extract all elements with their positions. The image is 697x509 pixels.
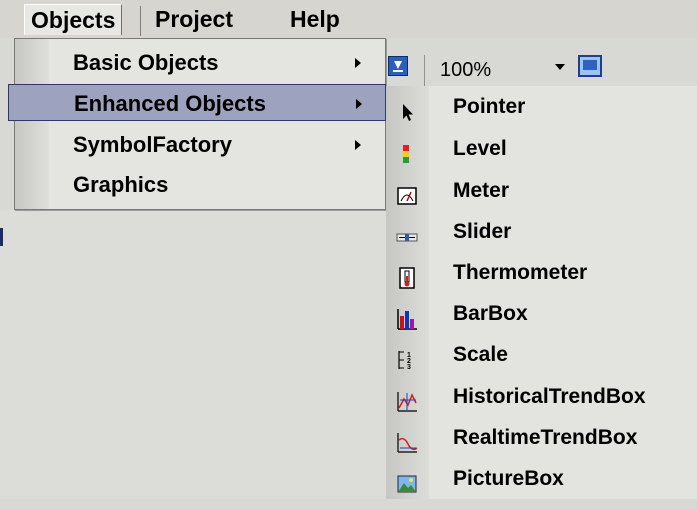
picture-icon	[396, 468, 418, 493]
submenu-item-slider[interactable]: Slider	[386, 211, 697, 252]
submenu-item-label: Thermometer	[453, 261, 588, 284]
enhanced-objects-submenu: Pointer Level Meter Slider Thermometer B…	[386, 86, 697, 499]
canvas-edge	[0, 228, 3, 246]
save-down-icon[interactable]	[388, 56, 408, 76]
slider-icon	[396, 221, 418, 243]
menu-item-label: Graphics	[73, 172, 169, 197]
menu-item-label: Enhanced Objects	[74, 91, 266, 116]
submenu-arrow-icon	[355, 140, 361, 150]
menu-bar: Objects Project Help	[0, 0, 697, 38]
submenu-item-thermometer[interactable]: Thermometer	[386, 252, 697, 293]
svg-text:3: 3	[407, 364, 411, 371]
submenu-item-scale[interactable]: 1 2 3 Scale	[386, 334, 697, 375]
submenu-item-meter[interactable]: Meter	[386, 170, 697, 211]
submenu-item-picturebox[interactable]: PictureBox	[386, 458, 697, 499]
objects-dropdown: Basic Objects Enhanced Objects SymbolFac…	[8, 38, 386, 210]
menu-objects[interactable]: Objects	[24, 4, 123, 35]
menu-project[interactable]: Project	[149, 4, 239, 35]
submenu-item-label: PictureBox	[453, 467, 564, 490]
scale-icon: 1 2 3	[396, 344, 418, 371]
submenu-item-label: Scale	[453, 343, 508, 366]
submenu-item-label: Pointer	[453, 95, 526, 118]
chevron-down-icon[interactable]	[554, 60, 566, 72]
toolbar-separator	[424, 55, 425, 87]
menu-item-label: Basic Objects	[73, 50, 219, 75]
meter-icon	[396, 180, 418, 205]
menu-item-label: SymbolFactory	[73, 132, 232, 157]
level-icon	[396, 138, 418, 163]
thermometer-icon	[396, 262, 418, 289]
submenu-item-historicaltrendbox[interactable]: HistoricalTrendBox	[386, 376, 697, 417]
submenu-item-label: Meter	[453, 179, 510, 202]
menu-item-graphics[interactable]: Graphics	[15, 166, 385, 203]
workspace[interactable]	[0, 210, 390, 499]
historical-trend-icon	[396, 386, 418, 412]
submenu-item-level[interactable]: Level	[386, 128, 697, 169]
submenu-arrow-icon	[355, 58, 361, 68]
submenu-arrow-icon	[356, 99, 362, 109]
barbox-icon	[396, 303, 418, 330]
menubar-divider	[140, 6, 141, 36]
menu-help[interactable]: Help	[284, 4, 346, 35]
menu-item-enhanced-objects[interactable]: Enhanced Objects	[8, 84, 386, 121]
realtime-trend-icon	[396, 427, 418, 453]
submenu-item-label: Level	[453, 137, 507, 160]
submenu-item-pointer[interactable]: Pointer	[386, 86, 697, 127]
submenu-item-realtimetrendbox[interactable]: RealtimeTrendBox	[386, 417, 697, 458]
submenu-item-label: Slider	[453, 220, 512, 243]
submenu-item-label: RealtimeTrendBox	[453, 426, 638, 449]
window-icon[interactable]	[578, 55, 602, 77]
submenu-item-label: BarBox	[453, 302, 528, 325]
submenu-item-barbox[interactable]: BarBox	[386, 293, 697, 334]
submenu-item-label: HistoricalTrendBox	[453, 385, 646, 408]
zoom-select[interactable]: 100%	[434, 53, 574, 87]
pointer-icon	[396, 96, 418, 121]
menu-item-basic-objects[interactable]: Basic Objects	[15, 44, 385, 81]
menu-item-symbolfactory[interactable]: SymbolFactory	[15, 126, 385, 163]
